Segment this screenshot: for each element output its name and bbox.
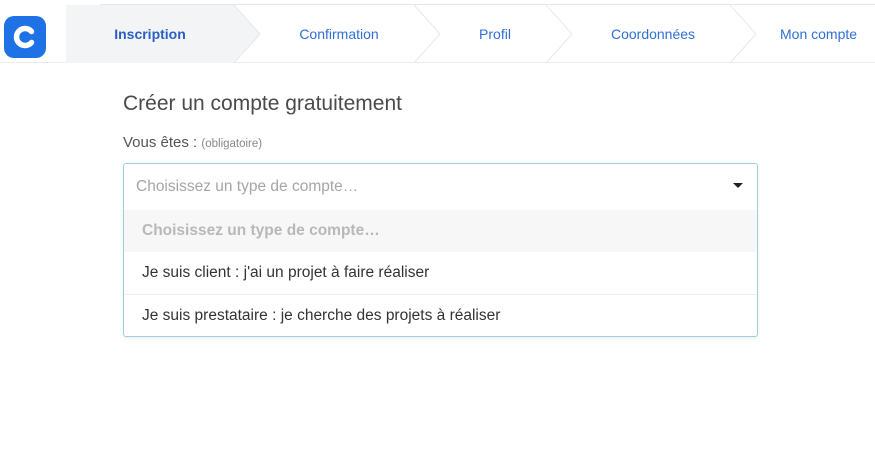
step-separator-icon [546, 5, 573, 63]
logo-c-icon [13, 25, 35, 49]
option-client[interactable]: Je suis client : j'ai un projet à faire … [124, 252, 757, 294]
step-profil-label: Profil [479, 26, 511, 42]
step-separator-icon [234, 5, 261, 63]
option-placeholder[interactable]: Choisissez un type de compte… [124, 210, 757, 252]
page-title: Créer un compte gratuitement [123, 92, 402, 115]
step-mon-compte[interactable]: Mon compte [760, 5, 875, 63]
option-client-label: Je suis client : j'ai un projet à faire … [142, 264, 430, 281]
step-coordonnees-label: Coordonnées [610, 26, 696, 42]
brand-logo[interactable] [4, 16, 46, 58]
option-placeholder-label: Choisissez un type de compte… [142, 222, 380, 239]
select-current-text: Choisissez un type de compte… [136, 178, 359, 195]
account-type-select[interactable]: Choisissez un type de compte… Choisissez… [123, 163, 758, 337]
caret-down-icon [733, 183, 743, 188]
account-type-label: Vous êtes : (obligatoire) [123, 134, 262, 151]
option-prestataire-label: Je suis prestataire : je cherche des pro… [142, 306, 501, 324]
step-profil[interactable]: Profil [444, 5, 546, 63]
account-type-select-value[interactable]: Choisissez un type de compte… [124, 164, 757, 210]
option-prestataire[interactable]: Je suis prestataire : je cherche des pro… [124, 294, 757, 336]
account-type-label-text: Vous êtes : [123, 134, 198, 151]
required-hint: (obligatoire) [201, 138, 263, 150]
step-coordonnees[interactable]: Coordonnées [576, 5, 730, 63]
step-inscription[interactable]: Inscription [66, 5, 234, 63]
step-confirmation[interactable]: Confirmation [264, 5, 414, 63]
step-separator-icon [414, 5, 441, 63]
step-separator-icon [730, 5, 757, 63]
signup-stepper: Inscription Confirmation Profil Coordonn… [0, 5, 875, 63]
step-mon-compte-label: Mon compte [780, 26, 858, 42]
step-confirmation-label: Confirmation [299, 26, 379, 42]
step-inscription-label: Inscription [114, 26, 186, 42]
